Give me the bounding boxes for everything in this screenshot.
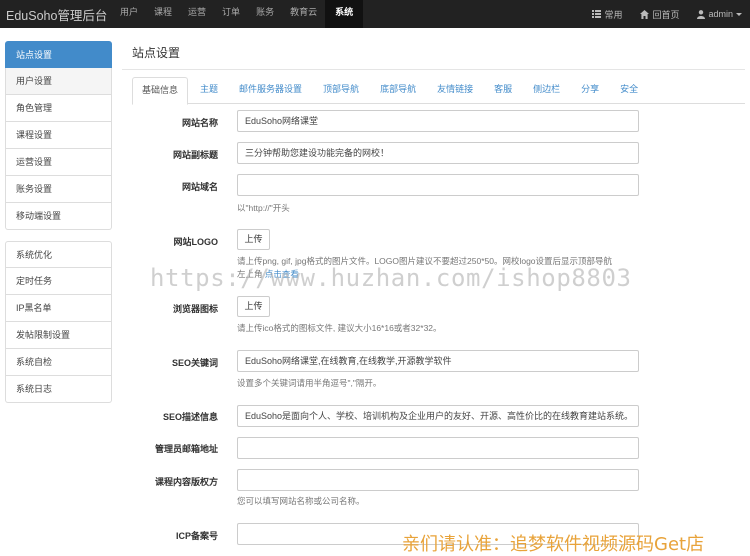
seo-keywords-input[interactable]: EduSoho网络课堂,在线教育,在线教学,开源教学软件 xyxy=(237,350,639,372)
nav-accounts[interactable]: 账务 xyxy=(248,0,282,28)
admin-email-input[interactable] xyxy=(237,437,639,459)
site-domain-help: 以"http://"开头 xyxy=(237,203,290,213)
sidebar-group-system: 系统优化 定时任务 IP黑名单 发帖限制设置 系统自检 系统日志 xyxy=(5,241,112,403)
sidebar-item-account-settings[interactable]: 账务设置 xyxy=(5,176,112,203)
copyright-help: 您可以填写网站名称或公司名称。 xyxy=(237,496,365,506)
sidebar-item-user-settings[interactable]: 用户设置 xyxy=(5,68,112,95)
seo-keywords-help: 设置多个关键词请用半角逗号","隔开。 xyxy=(237,378,382,388)
settings-tabs: 基础信息 主题 邮件服务器设置 顶部导航 底部导航 友情链接 客服 侧边栏 分享… xyxy=(132,77,745,105)
site-domain-label: 网站域名 xyxy=(181,182,218,192)
top-navbar: EduSoho管理后台 用户 课程 运营 订单 账务 教育云 系统 常用 回首页… xyxy=(0,0,750,28)
sidebar-item-optimization[interactable]: 系统优化 xyxy=(5,241,112,268)
nav-orders[interactable]: 订单 xyxy=(214,0,248,28)
favicon-help: 请上传ico格式的图标文件, 建议大小16*16或者32*32。 xyxy=(237,323,442,333)
sidebar-item-ip-blacklist[interactable]: IP黑名单 xyxy=(5,295,112,322)
seo-description-label: SEO描述信息 xyxy=(162,412,218,422)
nav-operations[interactable]: 运营 xyxy=(180,0,214,28)
user-name: admin xyxy=(708,9,733,19)
sidebar-item-site-settings[interactable]: 站点设置 xyxy=(5,41,112,68)
nav-users[interactable]: 用户 xyxy=(112,0,146,28)
tab-theme[interactable]: 主题 xyxy=(191,77,227,104)
tab-security[interactable]: 安全 xyxy=(611,77,647,104)
common-menu[interactable]: 常用 xyxy=(592,8,622,21)
copyright-input[interactable] xyxy=(237,469,639,491)
nav-edu-cloud[interactable]: 教育云 xyxy=(282,0,325,28)
icp-label: ICP备案号 xyxy=(175,531,218,541)
site-logo-label: 网站LOGO xyxy=(173,237,219,247)
tab-sidebar[interactable]: 侧边栏 xyxy=(524,77,569,104)
home-icon xyxy=(640,9,650,19)
seo-keywords-label: SEO关键词 xyxy=(171,358,218,368)
user-icon xyxy=(697,9,706,19)
home-link[interactable]: 回首页 xyxy=(640,8,679,21)
sidebar-item-mobile-settings[interactable]: 移动端设置 xyxy=(5,203,112,230)
tab-share[interactable]: 分享 xyxy=(572,77,608,104)
store-watermark: 亲们请认准：追梦软件视频源码Get店 xyxy=(402,534,705,555)
sidebar-item-system-log[interactable]: 系统日志 xyxy=(5,376,112,403)
site-name-label: 网站名称 xyxy=(181,118,218,128)
tab-friend-links[interactable]: 友情链接 xyxy=(428,77,482,104)
list-icon xyxy=(592,10,602,18)
admin-email-label: 管理员邮箱地址 xyxy=(154,444,218,454)
user-menu[interactable]: admin xyxy=(697,9,742,19)
sidebar-item-scheduled-tasks[interactable]: 定时任务 xyxy=(5,268,112,295)
favicon-upload-button[interactable]: 上传 xyxy=(237,296,270,317)
logo-upload-button[interactable]: 上传 xyxy=(237,229,270,250)
tab-customer-service[interactable]: 客服 xyxy=(485,77,521,104)
favicon-label: 浏览器图标 xyxy=(172,304,218,314)
sidebar-item-role-management[interactable]: 角色管理 xyxy=(5,95,112,122)
site-subtitle-label: 网站副标题 xyxy=(172,150,218,160)
sidebar-item-operation-settings[interactable]: 运营设置 xyxy=(5,149,112,176)
tab-basic-info[interactable]: 基础信息 xyxy=(132,77,189,105)
sidebar-item-self-check[interactable]: 系统自检 xyxy=(5,349,112,376)
sidebar-item-post-limits[interactable]: 发帖限制设置 xyxy=(5,322,112,349)
site-subtitle-input[interactable]: 三分钟帮助您建设功能完备的网校！ xyxy=(237,142,639,164)
brand-title[interactable]: EduSoho管理后台 xyxy=(6,5,107,24)
sidebar-group-settings: 站点设置 用户设置 角色管理 课程设置 运营设置 账务设置 移动端设置 xyxy=(5,41,112,230)
nav-courses[interactable]: 课程 xyxy=(146,0,180,28)
top-right-menu: 常用 回首页 admin xyxy=(574,0,742,28)
url-watermark: https://www.huzhan.com/ishop8803 xyxy=(150,264,632,292)
main-nav: 用户 课程 运营 订单 账务 教育云 系统 xyxy=(112,0,364,28)
site-domain-input[interactable] xyxy=(237,174,639,196)
common-label: 常用 xyxy=(604,9,623,20)
tab-top-nav[interactable]: 顶部导航 xyxy=(314,77,368,104)
title-divider xyxy=(122,69,745,70)
chevron-down-icon xyxy=(736,12,742,16)
nav-system[interactable]: 系统 xyxy=(325,0,364,28)
site-name-input[interactable]: EduSoho网络课堂 xyxy=(237,110,639,132)
tab-mail-server[interactable]: 邮件服务器设置 xyxy=(230,77,311,104)
seo-description-input[interactable]: EduSoho是面向个人、学校、培训机构及企业用户的友好、开源、高性价比的在线教… xyxy=(237,405,639,427)
tab-bottom-nav[interactable]: 底部导航 xyxy=(371,77,425,104)
page-title: 站点设置 xyxy=(132,46,181,60)
home-label: 回首页 xyxy=(652,9,680,20)
sidebar-item-course-settings[interactable]: 课程设置 xyxy=(5,122,112,149)
copyright-label: 课程内容版权方 xyxy=(154,477,218,487)
